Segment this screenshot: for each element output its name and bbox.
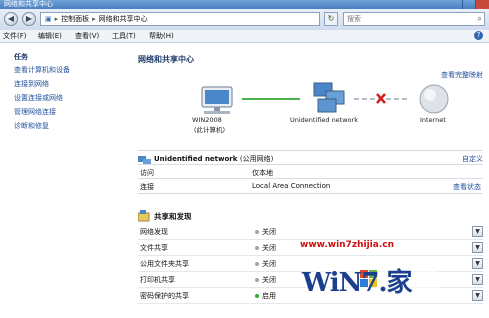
forward-arrow-icon: ▶ bbox=[25, 14, 33, 23]
address-bar[interactable]: ▣ ▸ 控制面板 ▸ 网络和共享中心 bbox=[40, 12, 320, 26]
network-name: Unidentified network (公用网络) bbox=[154, 154, 273, 164]
watermark-url: www.win7zhijia.cn bbox=[300, 240, 394, 250]
sidebar-heading: 任务 bbox=[14, 53, 28, 61]
refresh-icon: ↻ bbox=[327, 14, 335, 23]
sharing-row-label: 打印机共享 bbox=[140, 276, 175, 284]
window-title-bar[interactable]: 网络和共享中心 bbox=[0, 0, 489, 9]
connection-value: Local Area Connection bbox=[252, 182, 331, 190]
breadcrumb-separator: ▸ bbox=[54, 15, 59, 23]
network-name-text: Unidentified network bbox=[154, 155, 238, 163]
status-off-icon bbox=[255, 262, 259, 266]
forward-button[interactable]: ▶ bbox=[22, 12, 36, 26]
section-divider bbox=[138, 150, 483, 151]
sharing-row-state: 关闭 bbox=[262, 276, 276, 284]
status-off-icon bbox=[255, 278, 259, 282]
expand-button[interactable]: ▼ bbox=[472, 226, 483, 237]
search-icon[interactable]: ⌕ bbox=[478, 13, 482, 25]
sharing-row-state: 关闭 bbox=[262, 260, 276, 268]
network-type: (公用网络) bbox=[239, 155, 274, 163]
watermark-logo-text: WiN7.家 bbox=[302, 268, 413, 298]
sharing-row-state: 启用 bbox=[262, 292, 276, 300]
access-label: 访问 bbox=[140, 169, 154, 177]
sharing-row-label: 公用文件夹共享 bbox=[140, 260, 189, 268]
customize-link[interactable]: 自定义 bbox=[462, 154, 483, 164]
task-sidebar: 任务 查看计算机和设备 连接到网络 设置连接或网络 管理网络连接 诊断和修复 bbox=[0, 43, 130, 318]
menu-help[interactable]: 帮助(H) bbox=[149, 30, 174, 42]
watermark-logo: WiN7.家 bbox=[298, 256, 448, 304]
sharing-row-label: 文件共享 bbox=[140, 244, 168, 252]
network-icon bbox=[313, 82, 345, 113]
sidebar-link-view-computers[interactable]: 查看计算机和设备 bbox=[14, 65, 70, 75]
control-panel-icon: ▣ bbox=[45, 15, 52, 23]
sharing-row-label: 网络发现 bbox=[140, 228, 168, 236]
refresh-button[interactable]: ↻ bbox=[324, 12, 338, 26]
help-icon[interactable]: ? bbox=[474, 31, 483, 40]
maximize-button[interactable] bbox=[462, 0, 476, 9]
computer-label: WIN2008 bbox=[192, 116, 222, 124]
computer-icon bbox=[201, 86, 233, 114]
section-divider bbox=[138, 178, 483, 179]
sharing-row-state: 关闭 bbox=[262, 228, 276, 236]
sharing-row-state: 关闭 bbox=[262, 244, 276, 252]
computer-sublabel: (此计算机) bbox=[194, 126, 226, 134]
window-title: 网络和共享中心 bbox=[4, 0, 53, 8]
access-value: 仅本地 bbox=[252, 169, 273, 177]
sharing-row-network-discovery: 网络发现 关闭 ▼ bbox=[138, 225, 483, 240]
network-label: Unidentified network bbox=[290, 116, 358, 124]
sharing-row-label: 密码保护的共享 bbox=[140, 292, 189, 300]
menu-file[interactable]: 文件(F) bbox=[3, 30, 27, 42]
sharing-icon bbox=[138, 210, 150, 222]
status-off-icon bbox=[255, 246, 259, 250]
sidebar-link-setup-connection[interactable]: 设置连接或网络 bbox=[14, 93, 63, 103]
expand-button[interactable]: ▼ bbox=[472, 274, 483, 285]
section-divider bbox=[138, 164, 483, 165]
address-toolbar: ◀ ▶ ▣ ▸ 控制面板 ▸ 网络和共享中心 ↻ 搜索 ⌕ bbox=[0, 9, 489, 31]
sidebar-link-connect[interactable]: 连接到网络 bbox=[14, 79, 49, 89]
menu-edit[interactable]: 编辑(E) bbox=[38, 30, 62, 42]
breadcrumb-network-center[interactable]: 网络和共享中心 bbox=[99, 15, 148, 23]
search-placeholder: 搜索 bbox=[347, 15, 361, 23]
menu-view[interactable]: 查看(V) bbox=[75, 30, 99, 42]
breadcrumb-separator: ▸ bbox=[92, 15, 96, 23]
internet-globe-icon bbox=[419, 84, 449, 114]
menu-tools[interactable]: 工具(T) bbox=[112, 30, 136, 42]
menu-bar: 文件(F) 编辑(E) 查看(V) 工具(T) 帮助(H) bbox=[0, 30, 489, 43]
breadcrumb-control-panel[interactable]: 控制面板 bbox=[61, 15, 89, 23]
status-off-icon bbox=[255, 230, 259, 234]
sharing-heading: 共享和发现 bbox=[154, 212, 192, 221]
search-input[interactable]: 搜索 ⌕ bbox=[343, 12, 485, 26]
back-arrow-icon: ◀ bbox=[7, 14, 15, 23]
connection-label: 连接 bbox=[140, 183, 154, 191]
expand-button[interactable]: ▼ bbox=[472, 290, 483, 301]
expand-button[interactable]: ▼ bbox=[472, 258, 483, 269]
sidebar-link-manage-connections[interactable]: 管理网络连接 bbox=[14, 107, 56, 117]
status-on-icon bbox=[255, 294, 259, 298]
view-status-link[interactable]: 查看状态 bbox=[453, 182, 481, 192]
expand-button[interactable]: ▼ bbox=[472, 242, 483, 253]
page-title: 网络和共享中心 bbox=[138, 55, 194, 64]
sidebar-link-diagnose[interactable]: 诊断和修复 bbox=[14, 121, 49, 131]
back-button[interactable]: ◀ bbox=[4, 12, 18, 26]
internet-label: Internet bbox=[420, 116, 446, 124]
close-button[interactable] bbox=[475, 0, 489, 9]
section-divider bbox=[138, 193, 483, 194]
